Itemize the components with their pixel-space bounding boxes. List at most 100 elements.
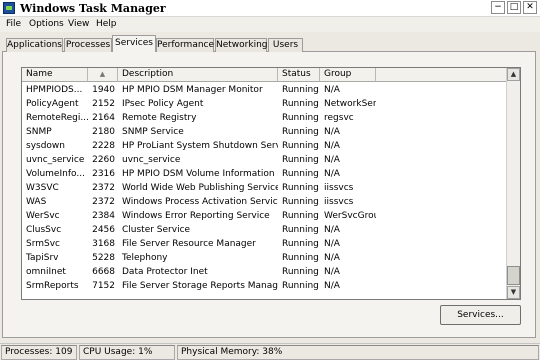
cell-pid: 2260	[92, 155, 115, 165]
cell-status: Running	[282, 85, 319, 95]
menu-view[interactable]: View	[68, 18, 89, 30]
cell-pid: 2180	[92, 127, 115, 137]
table-row[interactable]: RemoteRegi... 2164 Remote Registry Running r…	[22, 111, 508, 125]
cell-name: SrmSvc	[26, 239, 61, 249]
cell-description: IPsec Policy Agent	[122, 99, 204, 109]
menu-options[interactable]: Options	[29, 18, 64, 30]
close-button[interactable]: ✕	[523, 1, 537, 14]
table-row[interactable]: WAS 2372 Windows Process Activation Servic…	[22, 195, 508, 209]
cell-status: Running	[282, 113, 319, 123]
table-row[interactable]: SrmReports 7152 File Server Storage Report…	[22, 279, 508, 293]
cell-pid: 2372	[92, 183, 115, 193]
cell-pid: 2316	[92, 169, 115, 179]
cell-name: RemoteRegi...	[26, 113, 88, 123]
minimize-button[interactable]: −	[491, 1, 505, 14]
table-row[interactable]: VolumeInfo... 2316 HP MPIO DSM Volume Info…	[22, 167, 508, 181]
table-row[interactable]: HPMPIODS... 1940 HP MPIO DSM Manager Monit…	[22, 83, 508, 97]
services-list[interactable]: Name ▲ Description Status Group HPMPIODS…	[21, 67, 521, 300]
menu-file[interactable]: File	[6, 18, 21, 30]
vertical-scrollbar[interactable]: ▲ ▼	[506, 68, 520, 299]
cell-group: iissvcs	[324, 183, 354, 193]
cell-name: ClusSvc	[26, 225, 62, 235]
cell-name: SNMP	[26, 127, 52, 137]
cell-pid: 2456	[92, 225, 115, 235]
scroll-down-button[interactable]: ▼	[507, 286, 520, 299]
cell-status: Running	[282, 99, 319, 109]
status-physical-memory: Physical Memory: 38%	[177, 345, 539, 360]
cell-description: HP MPIO DSM Volume Information ...	[122, 169, 278, 179]
table-row[interactable]: TapiSrv 5228 Telephony Running N/A	[22, 251, 508, 265]
table-row[interactable]: omniInet 6668 Data Protector Inet Running N/…	[22, 265, 508, 279]
title-bar: Windows Task Manager − □ ✕	[0, 0, 540, 17]
cell-status: Running	[282, 281, 319, 291]
cell-group: N/A	[324, 169, 340, 179]
cell-description: Windows Process Activation Service	[122, 197, 278, 207]
cell-group: N/A	[324, 141, 340, 151]
tab-processes[interactable]: Processes	[64, 38, 112, 52]
table-row[interactable]: ClusSvc 2456 Cluster Service Running N/A	[22, 223, 508, 237]
cell-status: Running	[282, 253, 319, 263]
cell-pid: 2384	[92, 211, 115, 221]
column-header-name[interactable]: Name	[22, 68, 88, 82]
menu-bar: File Options View Help	[0, 17, 540, 32]
cell-group: N/A	[324, 239, 340, 249]
cell-pid: 5228	[92, 253, 115, 263]
cell-name: W3SVC	[26, 183, 59, 193]
table-row[interactable]: PolicyAgent 2152 IPsec Policy Agent Running…	[22, 97, 508, 111]
cell-pid: 6668	[92, 267, 115, 277]
cell-group: regsvc	[324, 113, 354, 123]
menu-help[interactable]: Help	[96, 18, 117, 30]
column-header-description[interactable]: Description	[118, 68, 278, 82]
cell-group: N/A	[324, 127, 340, 137]
table-row[interactable]: SNMP 2180 SNMP Service Running N/A	[22, 125, 508, 139]
tab-performance[interactable]: Performance	[156, 38, 214, 52]
cell-name: omniInet	[26, 267, 66, 277]
cell-group: iissvcs	[324, 197, 354, 207]
cell-description: File Server Resource Manager	[122, 239, 256, 249]
table-row[interactable]: uvnc_service 2260 uvnc_service Running N/A	[22, 153, 508, 167]
tab-applications[interactable]: Applications	[6, 38, 63, 52]
tab-services[interactable]: Services	[112, 35, 156, 52]
table-row[interactable]: WerSvc 2384 Windows Error Reporting Servic…	[22, 209, 508, 223]
column-header-filler	[376, 68, 508, 82]
cell-pid: 2152	[92, 99, 115, 109]
cell-status: Running	[282, 267, 319, 277]
cell-group: N/A	[324, 253, 340, 263]
scroll-thumb[interactable]	[507, 266, 520, 285]
cell-name: PolicyAgent	[26, 99, 79, 109]
cell-name: TapiSrv	[26, 253, 59, 263]
cell-pid: 2228	[92, 141, 115, 151]
cell-group: N/A	[324, 267, 340, 277]
tab-networking[interactable]: Networking	[215, 38, 268, 52]
cell-pid: 1940	[92, 85, 115, 95]
table-row[interactable]: W3SVC 2372 World Wide Web Publishing Servi…	[22, 181, 508, 195]
cell-status: Running	[282, 155, 319, 165]
column-header-status[interactable]: Status	[278, 68, 320, 82]
cell-status: Running	[282, 197, 319, 207]
cell-description: Windows Error Reporting Service	[122, 211, 270, 221]
scroll-up-button[interactable]: ▲	[507, 68, 520, 81]
tab-users[interactable]: Users	[268, 38, 303, 52]
task-manager-icon	[3, 2, 15, 14]
cell-name: HPMPIODS...	[26, 85, 83, 95]
cell-status: Running	[282, 169, 319, 179]
maximize-button[interactable]: □	[507, 1, 521, 14]
table-row[interactable]: SrmSvc 3168 File Server Resource Manager Ru…	[22, 237, 508, 251]
services-button[interactable]: Services...	[440, 305, 521, 325]
cell-description: Remote Registry	[122, 113, 197, 123]
column-header-group[interactable]: Group	[320, 68, 376, 82]
cell-status: Running	[282, 127, 319, 137]
cell-group: N/A	[324, 155, 340, 165]
cell-name: VolumeInfo...	[26, 169, 85, 179]
cell-description: World Wide Web Publishing Service	[122, 183, 278, 193]
cell-status: Running	[282, 183, 319, 193]
column-header-pid[interactable]: ▲	[88, 68, 118, 82]
table-row[interactable]: sysdown 2228 HP ProLiant System Shutdown S…	[22, 139, 508, 153]
cell-name: sysdown	[26, 141, 65, 151]
cell-group: N/A	[324, 225, 340, 235]
cell-name: SrmReports	[26, 281, 79, 291]
cell-description: File Server Storage Reports Manager	[122, 281, 278, 291]
cell-pid: 7152	[92, 281, 115, 291]
cell-pid: 2372	[92, 197, 115, 207]
cell-description: uvnc_service	[122, 155, 181, 165]
